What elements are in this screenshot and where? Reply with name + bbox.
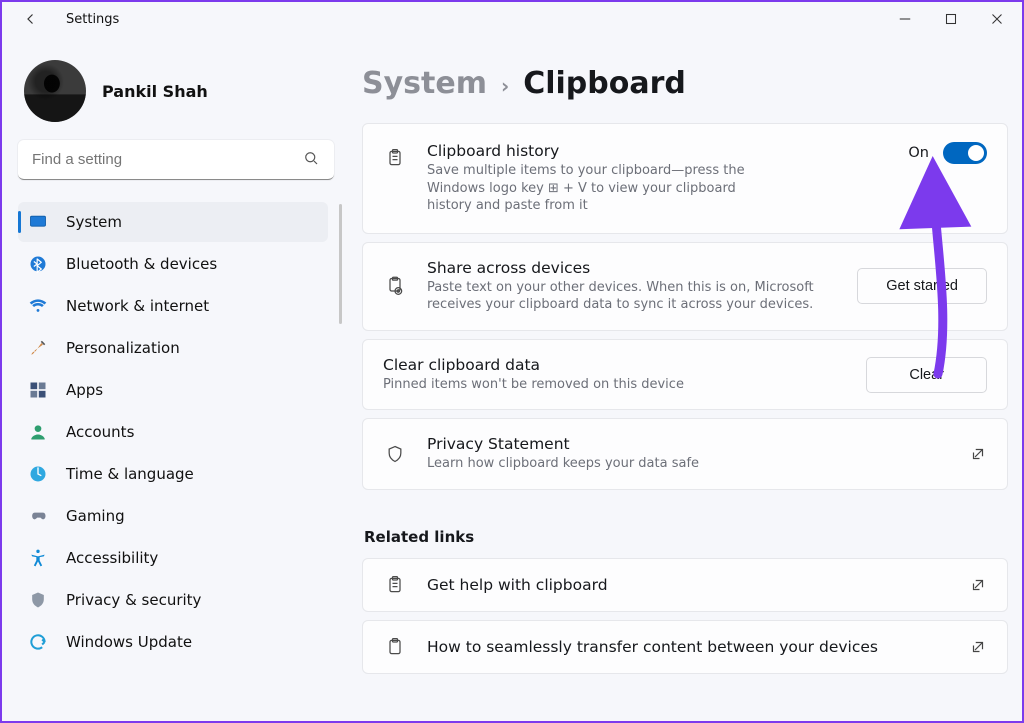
sidebar-item-label: Windows Update	[66, 633, 192, 651]
maximize-button[interactable]	[928, 3, 974, 35]
card-title: Privacy Statement	[427, 435, 949, 453]
profile-name: Pankil Shah	[102, 82, 208, 101]
card-privacy-statement[interactable]: Privacy Statement Learn how clipboard ke…	[362, 418, 1008, 490]
search-box	[18, 140, 334, 180]
card-title: Clipboard history	[427, 142, 888, 160]
sidebar-item-label: Network & internet	[66, 297, 209, 315]
get-started-button[interactable]: Get started	[857, 268, 987, 304]
chevron-right-icon: ›	[501, 74, 509, 98]
card-clear-clipboard: Clear clipboard data Pinned items won't …	[362, 339, 1008, 411]
bluetooth-icon	[28, 254, 48, 274]
card-subtitle: Save multiple items to your clipboard—pr…	[427, 162, 757, 215]
sidebar-item-label: Gaming	[66, 507, 125, 525]
title-bar: Settings	[2, 2, 1022, 36]
card-title: Clear clipboard data	[383, 356, 846, 374]
shield-icon	[28, 590, 48, 610]
related-link-transfer[interactable]: How to seamlessly transfer content betwe…	[362, 620, 1008, 674]
sidebar-item-label: System	[66, 213, 122, 231]
related-links-heading: Related links	[364, 528, 1008, 546]
clipboard-outline-icon	[383, 637, 407, 657]
related-link-label: Get help with clipboard	[427, 576, 949, 594]
sidebar-item-privacy[interactable]: Privacy & security	[18, 580, 328, 620]
sidebar-item-time[interactable]: Time & language	[18, 454, 328, 494]
search-input[interactable]	[18, 140, 334, 180]
breadcrumb-current: Clipboard	[523, 66, 686, 101]
card-subtitle: Paste text on your other devices. When t…	[427, 279, 837, 314]
sidebar-item-label: Privacy & security	[66, 591, 201, 609]
app-title: Settings	[66, 12, 119, 27]
sidebar-item-gaming[interactable]: Gaming	[18, 496, 328, 536]
avatar	[24, 60, 86, 122]
clear-button[interactable]: Clear	[866, 357, 987, 393]
settings-window: { "app": { "title": "Settings" }, "profi…	[0, 0, 1024, 723]
open-link-icon	[969, 445, 987, 463]
clipboard-sync-icon	[383, 276, 407, 296]
sidebar-item-label: Accessibility	[66, 549, 158, 567]
sidebar-item-bluetooth[interactable]: Bluetooth & devices	[18, 244, 328, 284]
clock-globe-icon	[28, 464, 48, 484]
clipboard-history-toggle[interactable]	[943, 142, 987, 164]
minimize-button[interactable]	[882, 3, 928, 35]
update-icon	[28, 632, 48, 652]
wifi-icon	[28, 296, 48, 316]
accessibility-icon	[28, 548, 48, 568]
apps-icon	[28, 380, 48, 400]
back-button[interactable]	[20, 8, 42, 30]
sidebar: Pankil Shah System Bluetooth & devices	[2, 36, 342, 721]
card-clipboard-history: Clipboard history Save multiple items to…	[362, 123, 1008, 234]
close-button[interactable]	[974, 3, 1020, 35]
content-area: System › Clipboard Clipboard history Sav…	[342, 36, 1022, 721]
sidebar-item-label: Accounts	[66, 423, 134, 441]
sidebar-item-accounts[interactable]: Accounts	[18, 412, 328, 452]
window-controls	[882, 3, 1020, 35]
display-icon	[28, 212, 48, 232]
profile[interactable]: Pankil Shah	[18, 54, 342, 140]
sidebar-item-update[interactable]: Windows Update	[18, 622, 328, 662]
paintbrush-icon	[28, 338, 48, 358]
sidebar-item-network[interactable]: Network & internet	[18, 286, 328, 326]
clipboard-icon	[383, 575, 407, 595]
related-link-label: How to seamlessly transfer content betwe…	[427, 638, 949, 656]
search-icon	[302, 149, 320, 171]
card-share-devices: Share across devices Paste text on your …	[362, 242, 1008, 331]
scrollbar-thumb[interactable]	[339, 204, 342, 324]
sidebar-nav: System Bluetooth & devices Network & int…	[18, 200, 342, 664]
card-subtitle: Learn how clipboard keeps your data safe	[427, 455, 949, 473]
breadcrumb-parent[interactable]: System	[362, 66, 487, 101]
card-title: Share across devices	[427, 259, 837, 277]
open-link-icon	[969, 576, 987, 594]
sidebar-item-personalization[interactable]: Personalization	[18, 328, 328, 368]
sidebar-item-accessibility[interactable]: Accessibility	[18, 538, 328, 578]
open-link-icon	[969, 638, 987, 656]
user-icon	[28, 422, 48, 442]
sidebar-item-label: Personalization	[66, 339, 180, 357]
card-subtitle: Pinned items won't be removed on this de…	[383, 376, 846, 394]
gamepad-icon	[28, 506, 48, 526]
breadcrumb: System › Clipboard	[362, 66, 1008, 101]
toggle-state-label: On	[908, 145, 929, 161]
clipboard-icon	[383, 148, 407, 168]
shield-outline-icon	[383, 444, 407, 464]
sidebar-item-label: Apps	[66, 381, 103, 399]
sidebar-item-apps[interactable]: Apps	[18, 370, 328, 410]
sidebar-item-system[interactable]: System	[18, 202, 328, 242]
sidebar-item-label: Time & language	[66, 465, 194, 483]
related-link-help[interactable]: Get help with clipboard	[362, 558, 1008, 612]
sidebar-item-label: Bluetooth & devices	[66, 255, 217, 273]
